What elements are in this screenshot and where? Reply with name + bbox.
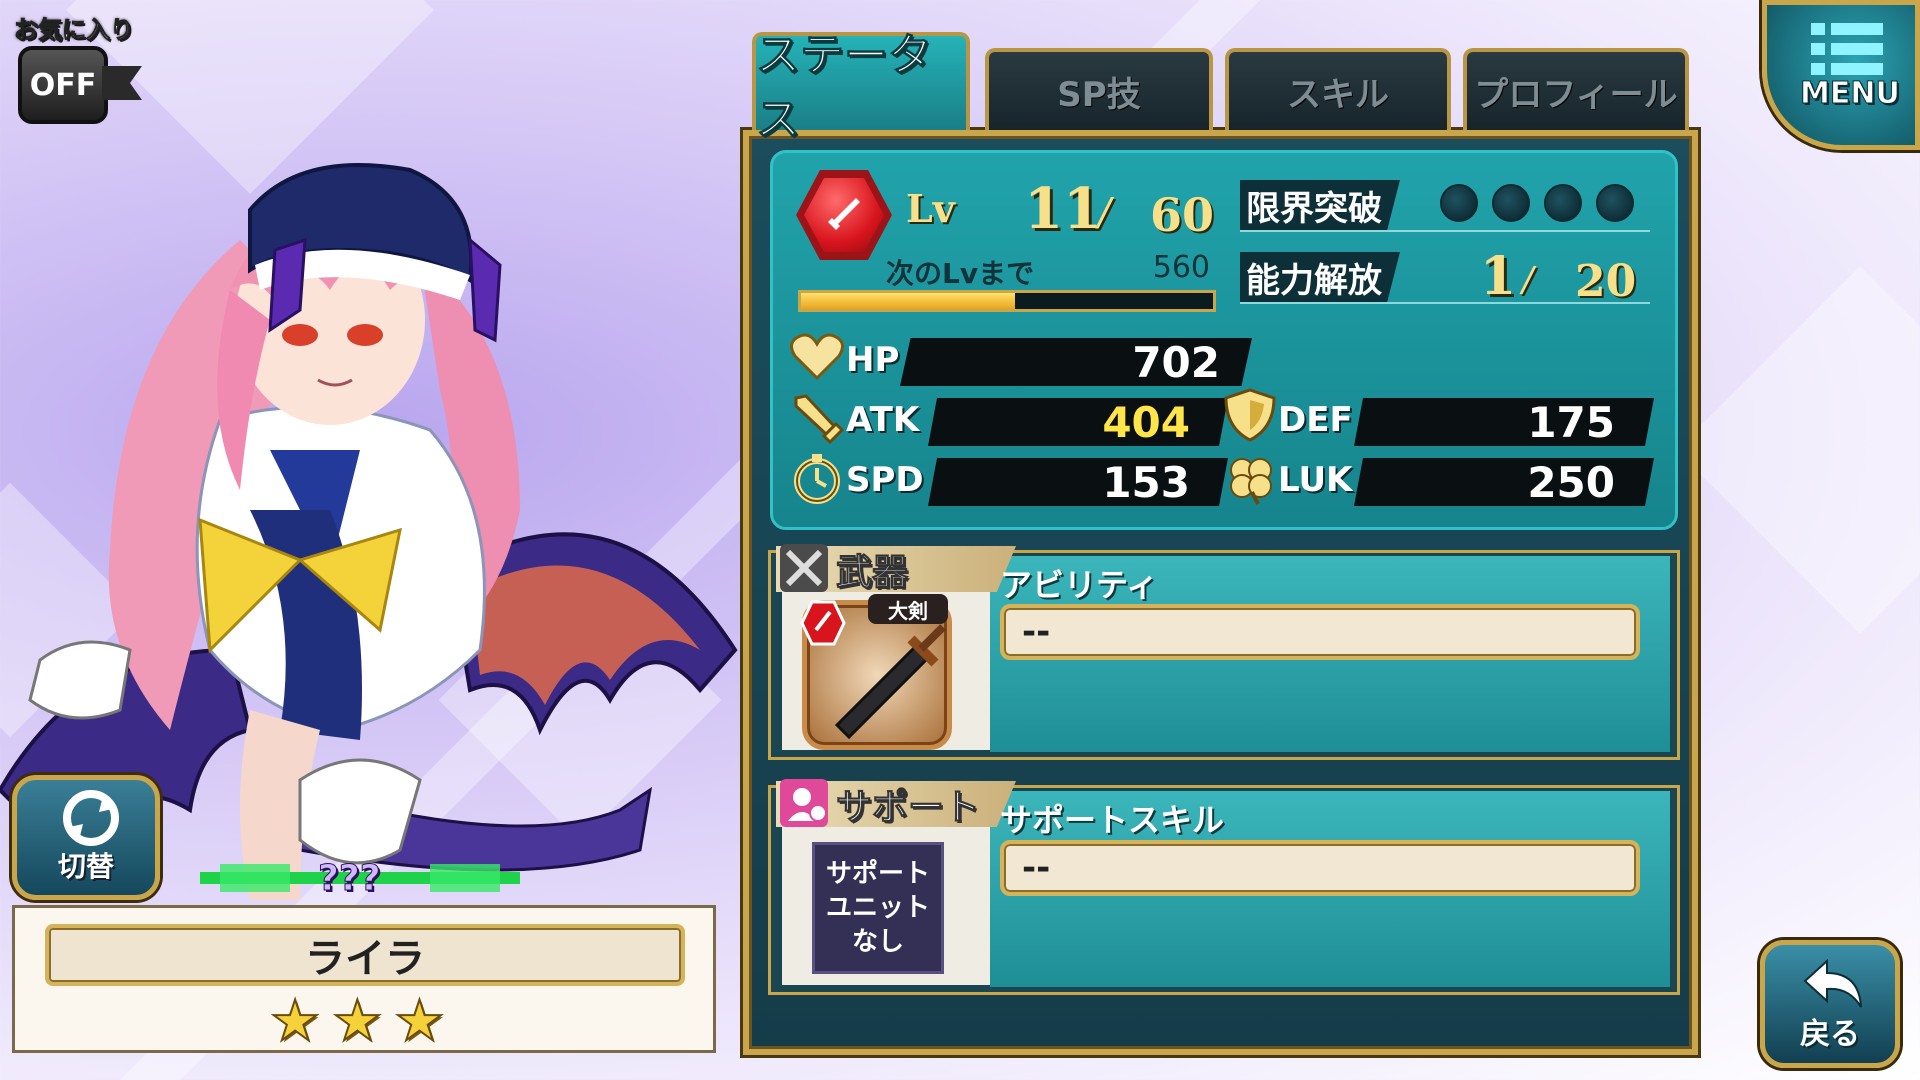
weapon-type: 大剣	[888, 598, 928, 623]
menu-icon	[1811, 23, 1883, 75]
menu-label: MENU	[1800, 76, 1901, 112]
heart-icon	[790, 333, 844, 381]
support-unit-line-2: ユニット	[825, 893, 930, 923]
sword-icon	[794, 394, 844, 445]
divider	[1240, 230, 1650, 232]
luk-value: 250	[1527, 458, 1615, 507]
shield-icon	[1224, 388, 1276, 442]
tab-status-label: ステータス	[756, 30, 933, 146]
sword-emblem-icon	[828, 198, 860, 230]
clover-icon	[1230, 458, 1272, 505]
ability-release-label-box: 能力解放	[1240, 252, 1400, 302]
level-current: 11	[1024, 176, 1102, 242]
limit-break-slot	[1492, 184, 1530, 222]
clock-icon	[794, 454, 840, 504]
switch-label: 切替	[57, 850, 114, 883]
support-unit-line-1: サポート	[825, 859, 930, 889]
star-icon: ★	[331, 989, 383, 1054]
switch-button[interactable]: 切替	[12, 775, 160, 900]
ability-release-current: 1	[1480, 246, 1517, 307]
limit-break-label: 限界突破	[1246, 188, 1382, 229]
support-skill-value: --	[1022, 848, 1051, 888]
tab-sp[interactable]: SP技	[985, 48, 1213, 130]
ability-value: --	[1022, 612, 1051, 652]
bg-shape	[1676, 266, 1920, 634]
menu-button[interactable]	[1762, 0, 1920, 150]
favorite-label: お気に入り	[14, 16, 135, 45]
support-unit-slot[interactable]: サポート ユニット なし	[812, 842, 944, 974]
crossed-swords-icon	[780, 544, 828, 592]
spd-value: 153	[1102, 458, 1190, 507]
limit-break-slot	[1596, 184, 1634, 222]
star-icon: ★	[393, 989, 445, 1054]
character-name-box: ライラ	[45, 924, 685, 986]
spd-label: SPD	[846, 460, 924, 500]
hp-label: HP	[846, 340, 900, 380]
swap-icon	[63, 790, 119, 846]
weapon-attribute-icon	[800, 600, 846, 646]
ability-field: --	[1000, 604, 1640, 660]
star-icon: ★	[269, 989, 321, 1054]
ability-release-slash: /	[1522, 260, 1534, 300]
def-label: DEF	[1278, 400, 1353, 440]
weapon-type-tag: 大剣	[868, 594, 948, 624]
hp-value: 702	[1132, 338, 1220, 387]
weapon-header-label: 武器	[835, 552, 909, 593]
name-plate: ライラ ★ ★ ★	[12, 905, 716, 1053]
limit-break-slots	[1440, 184, 1634, 222]
star-rating: ★ ★ ★	[269, 989, 446, 1054]
rarity-tag: ???	[200, 858, 520, 900]
next-level-label: 次のLvまで	[886, 257, 1035, 290]
def-value: 175	[1527, 398, 1615, 447]
limit-break-slot	[1544, 184, 1582, 222]
limit-break-slot	[1440, 184, 1478, 222]
ability-release-label: 能力解放	[1246, 260, 1382, 301]
rarity-label: ???	[318, 858, 382, 900]
next-level-value: 560	[1152, 250, 1210, 285]
exp-bar	[798, 290, 1216, 312]
tab-skill-label: スキル	[1287, 74, 1389, 115]
level-slash: /	[1098, 190, 1111, 234]
luk-label: LUK	[1278, 460, 1353, 500]
back-arrow-icon	[1803, 959, 1862, 1008]
support-skill-field: --	[1000, 840, 1640, 896]
tab-sp-label: SP技	[1057, 74, 1141, 115]
support-header-label: サポート	[835, 787, 981, 828]
ability-release-max: 20	[1575, 256, 1637, 307]
back-button[interactable]: 戻る	[1760, 940, 1900, 1068]
level-label: Lv	[906, 186, 955, 231]
ability-title: アビリティ	[1000, 566, 1159, 604]
level-max: 60	[1150, 188, 1215, 242]
tab-skill[interactable]: スキル	[1225, 48, 1451, 130]
tab-profile-label: プロフィール	[1474, 74, 1678, 115]
support-unit-line-3: なし	[851, 927, 904, 957]
support-skill-title: サポートスキル	[1000, 801, 1225, 839]
character-name: ライラ	[305, 936, 425, 982]
support-icon	[780, 779, 828, 827]
exp-bar-fill	[801, 293, 1016, 309]
atk-label: ATK	[846, 400, 920, 440]
divider	[1240, 302, 1650, 304]
back-label: 戻る	[1800, 1017, 1860, 1052]
limit-break-label-box: 限界突破	[1240, 180, 1400, 230]
tab-status[interactable]: ステータス	[752, 30, 970, 146]
atk-value: 404	[1102, 398, 1190, 447]
tab-profile[interactable]: プロフィール	[1463, 48, 1689, 130]
